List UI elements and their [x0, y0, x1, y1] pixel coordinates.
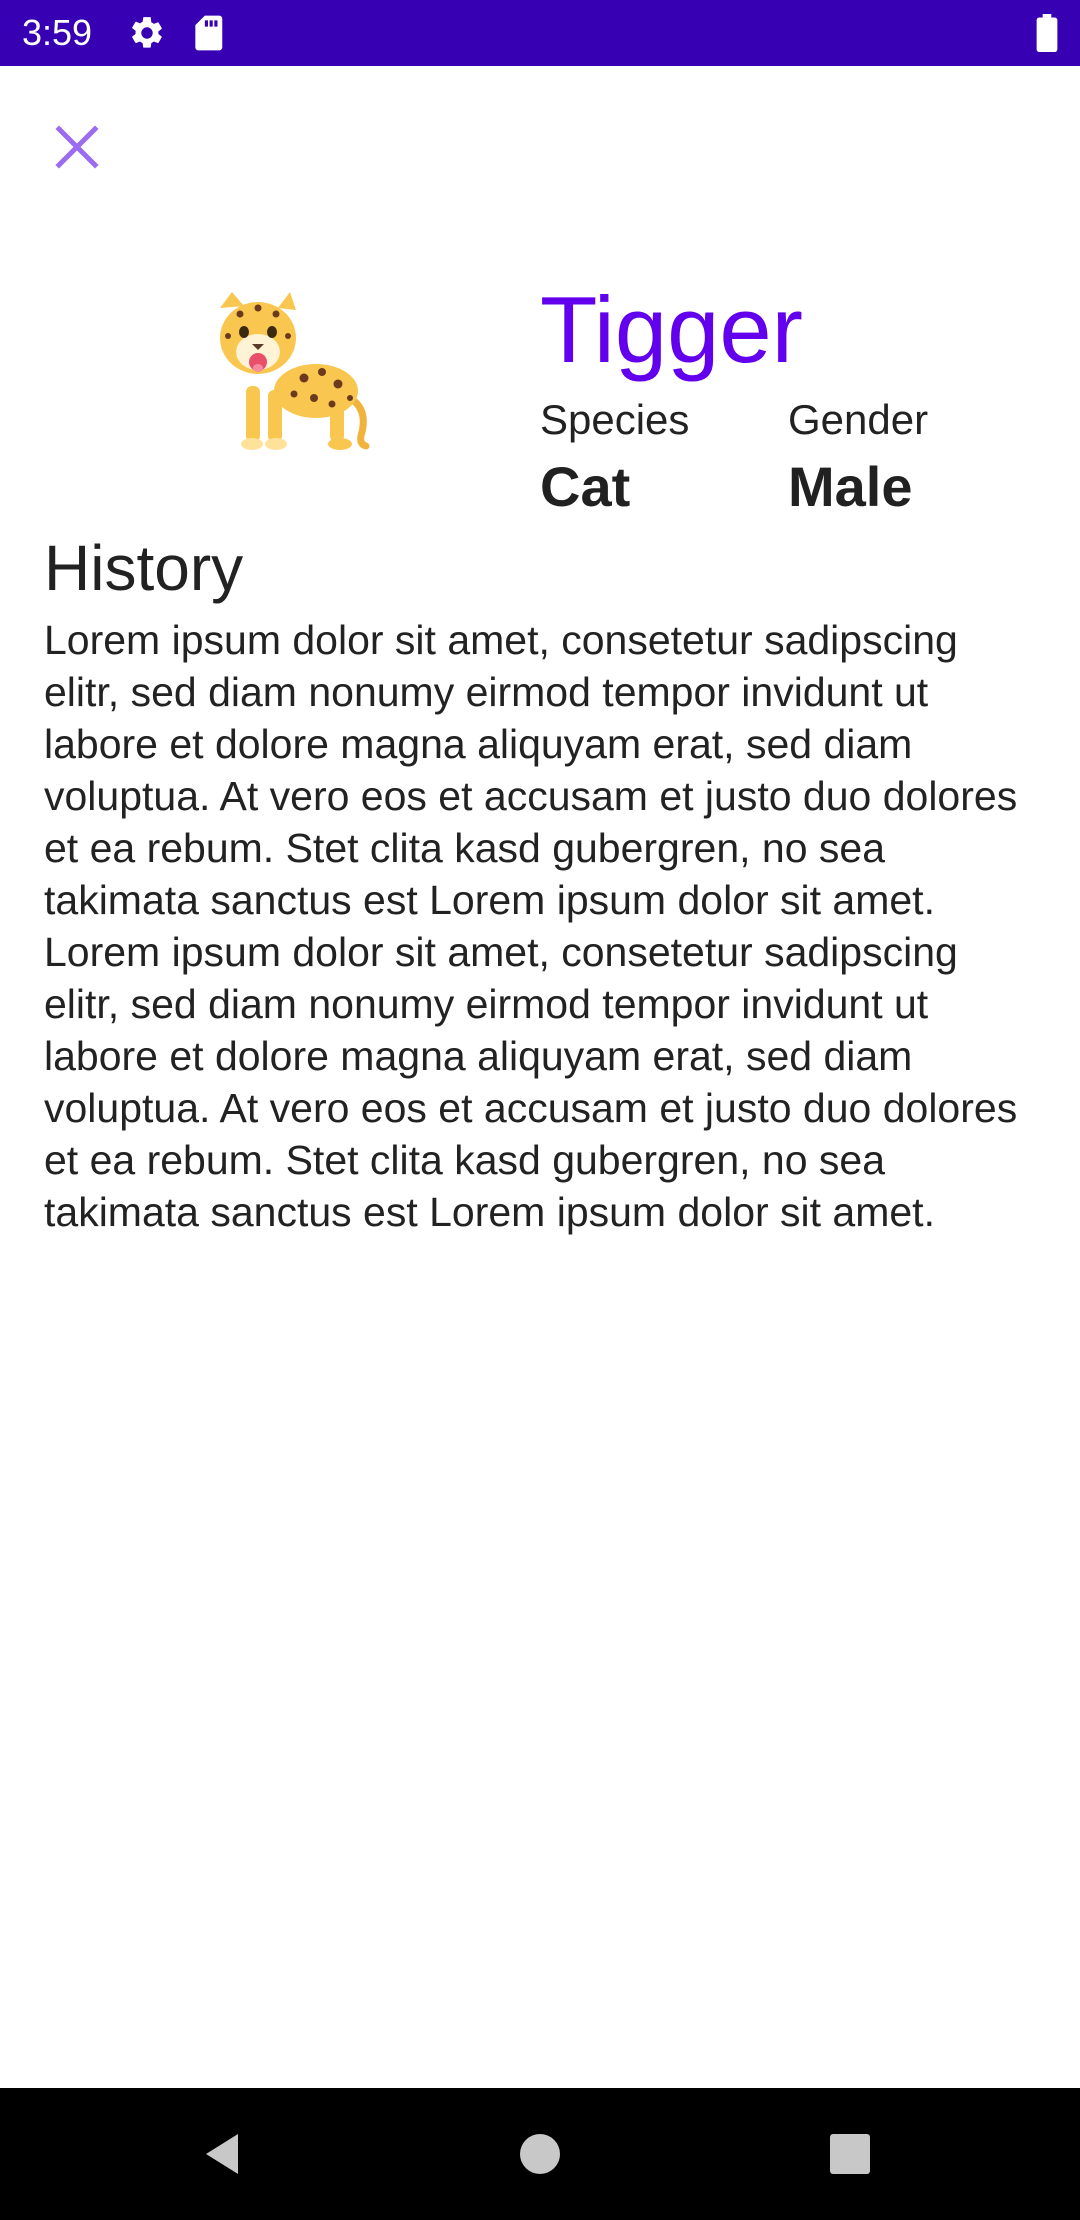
leopard-emoji-icon: [220, 292, 370, 450]
history-title: History: [44, 532, 244, 604]
species-value: Cat: [540, 455, 631, 518]
history-text: Lorem ipsum dolor sit amet, consetetur s…: [44, 617, 1018, 1235]
close-button[interactable]: [40, 110, 114, 184]
gender-value: Male: [788, 455, 913, 518]
sd-card-icon: [195, 15, 223, 51]
back-icon[interactable]: [190, 2118, 262, 2190]
navigation-bar: [0, 2088, 1080, 2220]
gear-icon: [132, 17, 162, 48]
status-time: 3:59: [22, 12, 93, 53]
species-label: Species: [540, 396, 690, 443]
recents-icon[interactable]: [814, 2118, 886, 2190]
close-icon: [55, 125, 99, 169]
pet-name: Tigger: [540, 277, 803, 382]
status-bar: 3:59: [0, 0, 1080, 66]
gender-label: Gender: [788, 396, 929, 443]
battery-icon: [1036, 14, 1058, 52]
home-icon[interactable]: [504, 2118, 576, 2190]
